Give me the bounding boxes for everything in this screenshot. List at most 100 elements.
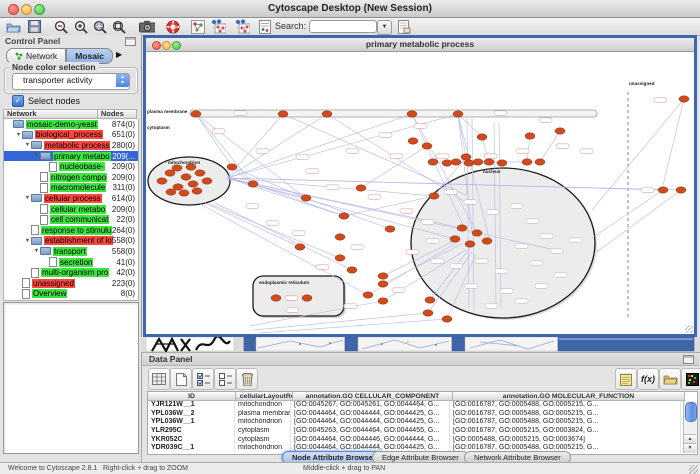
table-row[interactable]: YKR052Ccytoplasm[GO:0044464, GO:0044446,…	[148, 436, 697, 445]
tree-row-label: primary metabo	[53, 152, 111, 161]
attribute-doc-icon[interactable]	[396, 19, 412, 34]
table-cell: YPL036W__2	[148, 410, 235, 419]
scrollbar-thumb[interactable]	[685, 402, 697, 422]
tree-expand-arrow[interactable]: ▼	[24, 238, 31, 244]
select-attributes-icon[interactable]	[148, 368, 170, 390]
status-zoom-hint: Right-click + drag to ZOOM	[103, 465, 188, 472]
unselect-all-attributes-icon[interactable]	[214, 368, 236, 390]
tree-expand-arrow[interactable]: ▼	[33, 153, 40, 159]
table-column-header[interactable]: _cellularLayoutRegion	[236, 392, 293, 401]
tree-row[interactable]: ▼biological_process651(0)	[4, 130, 138, 141]
zoom-window-button[interactable]	[34, 4, 45, 15]
folder-icon	[31, 194, 42, 202]
table-column-header[interactable]: annotation.GO CELLULAR_COMPONENT	[293, 392, 453, 401]
tree-col-nodes[interactable]: Nodes	[98, 109, 137, 119]
import-attributes-icon[interactable]	[615, 368, 637, 390]
function-builder-icon[interactable]: f(x)	[637, 368, 659, 390]
more-tabs-arrow[interactable]: ▶	[116, 48, 122, 62]
minimize-window-button[interactable]	[21, 4, 32, 15]
table-scrollbar[interactable]: ▲ ▼	[683, 401, 697, 453]
table-row[interactable]: YPL036W__2plasma membrane[GO:0044464, GO…	[148, 410, 697, 419]
tree-row[interactable]: response to stimulu264(0)	[4, 225, 138, 236]
tree-row[interactable]: ▼establishment of lo558(0)	[4, 236, 138, 247]
matrix-icon[interactable]	[681, 368, 700, 390]
search-dropdown-arrow[interactable]: ▼	[377, 20, 392, 35]
tree-row-node-count: 209(0)	[112, 173, 135, 182]
tree-row[interactable]: cellular metabo209(0)	[4, 204, 138, 215]
birds-eye-view[interactable]	[3, 302, 139, 454]
tree-row[interactable]: ▼primary metabo209(...	[4, 151, 138, 162]
network-overview-icon[interactable]	[190, 19, 206, 34]
open-attributes-icon[interactable]	[659, 368, 681, 390]
tree-col-network[interactable]: Network	[3, 109, 98, 119]
folder-icon	[31, 141, 42, 149]
tree-expand-arrow[interactable]: ▼	[33, 248, 40, 254]
frame-close-button[interactable]	[152, 41, 161, 50]
table-cell: [GO:0044464, GO:0044444, GO:0044425, G..…	[291, 410, 450, 419]
frame-minimize-button[interactable]	[162, 41, 171, 50]
table-row[interactable]: YJR121W__1mitochondrion[GO:0045267, GO:0…	[148, 401, 697, 410]
table-cell: YLR295C	[148, 427, 235, 436]
minimized-frame-bar[interactable]	[452, 337, 465, 351]
window-resize-grip[interactable]	[689, 465, 698, 474]
attribute-table[interactable]: ID_cellularLayoutRegionannotation.GO CEL…	[147, 391, 698, 455]
minimized-frame-bar[interactable]	[345, 337, 358, 351]
node-color-dropdown-value: transporter activity	[13, 74, 129, 87]
tree-row[interactable]: unassigned223(0)	[4, 278, 138, 289]
network-canvas[interactable]: plasma membranecytoplasmmitochondrionnuc…	[146, 52, 694, 334]
help-lifesaver-icon[interactable]	[165, 19, 181, 34]
snapshot-camera-icon[interactable]	[139, 19, 155, 34]
tree-row[interactable]: mosaic-demo-yeast874(0)	[4, 119, 138, 130]
select-all-attributes-icon[interactable]	[192, 368, 214, 390]
table-row[interactable]: YLR295Ccytoplasm[GO:0045263, GO:0044464,…	[148, 427, 697, 436]
network-tree-icon	[15, 52, 23, 60]
merge-networks-icon[interactable]	[234, 19, 250, 34]
data-panel-title: Data Panel	[149, 354, 192, 364]
new-attribute-icon[interactable]	[170, 368, 192, 390]
tree-row-node-count: 558(0)	[112, 236, 135, 245]
node-color-dropdown[interactable]: transporter activity ▲▼	[12, 73, 130, 90]
tree-expand-arrow[interactable]: ▼	[24, 195, 31, 201]
tree-row[interactable]: multi-organism pro42(0)	[4, 267, 138, 278]
table-row[interactable]: YPL036W__1mitochondrion[GO:0044464, GO:0…	[148, 418, 697, 427]
zoom-selected-icon[interactable]	[92, 19, 108, 34]
tree-row[interactable]: nucleobase-209(0)	[4, 161, 138, 172]
tree-row[interactable]: ▼transport558(0)	[4, 246, 138, 257]
close-window-button[interactable]	[8, 4, 19, 15]
zoom-in-icon[interactable]	[73, 19, 89, 34]
float-panel-icon[interactable]	[125, 37, 136, 46]
zoom-out-icon[interactable]	[53, 19, 69, 34]
tree-row[interactable]: secretion41(0)	[4, 257, 138, 268]
delete-attribute-icon[interactable]	[236, 368, 258, 390]
table-column-header[interactable]: annotation.GO MOLECULAR_FUNCTION	[453, 392, 685, 401]
select-first-neighbors-icon[interactable]	[210, 19, 226, 34]
vizmapper-doc-icon[interactable]	[257, 19, 273, 34]
open-file-icon[interactable]	[5, 19, 21, 34]
table-column-header[interactable]: ID	[148, 392, 236, 401]
control-panel-tabs: Network Mosaic ▶	[6, 48, 122, 62]
table-cell: [GO:0044464, GO:0044446, GO:0044444, G..…	[291, 436, 450, 445]
tree-row[interactable]: ▼metabolic process280(0)	[4, 140, 138, 151]
float-data-panel-icon[interactable]	[683, 355, 694, 364]
minimized-frame-bar[interactable]	[244, 337, 256, 351]
search-input[interactable]	[309, 20, 377, 33]
table-cell: [GO:0016787, GO:0005488, GO:0005215, G..…	[450, 418, 681, 427]
tree-row[interactable]: macromolecule311(0)	[4, 183, 138, 194]
window-titlebar: Cytoscape Desktop (New Session)	[0, 0, 700, 18]
network-view-titlebar[interactable]: primary metabolic process	[146, 38, 694, 52]
network-graph[interactable]: plasma membranecytoplasmmitochondrionnuc…	[146, 52, 694, 334]
frame-zoom-button[interactable]	[172, 41, 181, 50]
tree-expand-arrow[interactable]: ▼	[24, 142, 31, 148]
tree-row-node-count: 209(0)	[112, 162, 135, 171]
save-session-icon[interactable]	[26, 19, 42, 34]
select-nodes-checkbox[interactable]: ✓	[12, 95, 24, 107]
tree-row[interactable]: ▼cellular process614(0)	[4, 193, 138, 204]
frame-resize-grip[interactable]	[685, 325, 693, 333]
zoom-fit-icon[interactable]	[111, 19, 127, 34]
region-label: cytoplasm	[147, 125, 170, 130]
tree-expand-arrow[interactable]: ▼	[15, 132, 22, 138]
tree-row[interactable]: Overview8(0)	[4, 289, 138, 300]
scroll-down-button[interactable]: ▼	[684, 443, 696, 453]
tree-row[interactable]: nitrogen compo209(0)	[4, 172, 138, 183]
tree-row[interactable]: cell communicat22(0)	[4, 214, 138, 225]
